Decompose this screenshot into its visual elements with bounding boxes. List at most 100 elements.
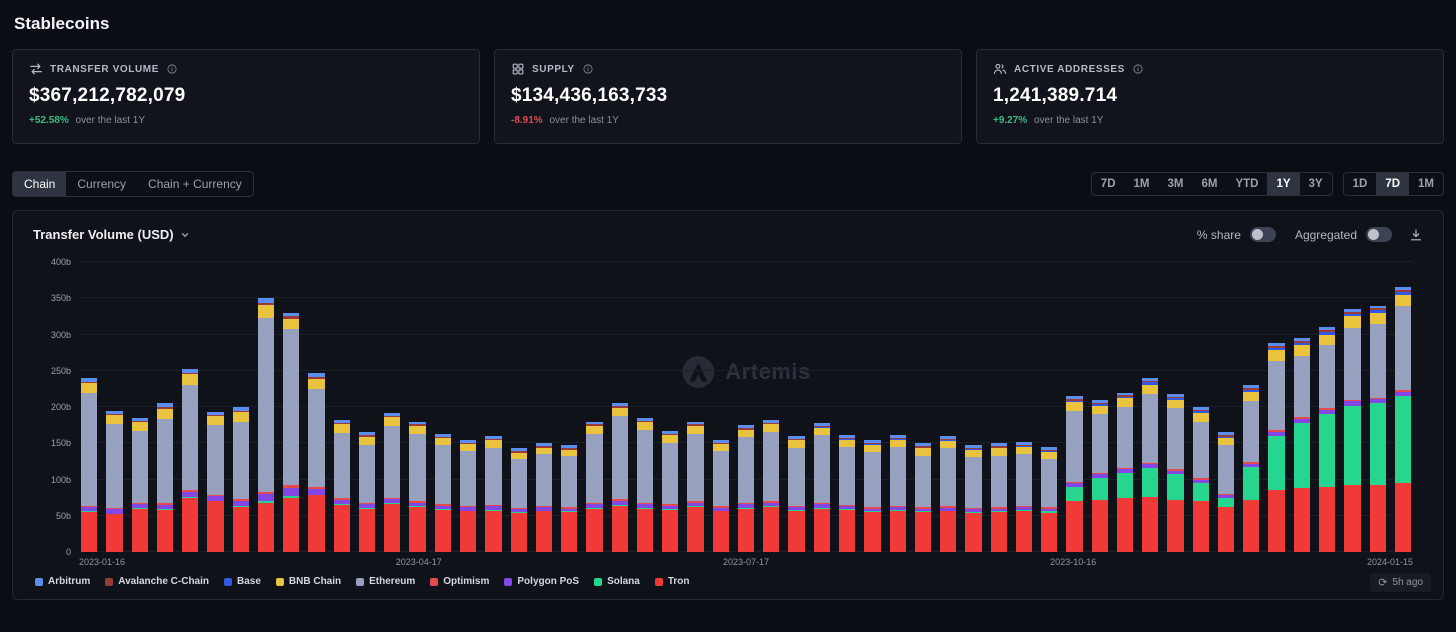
bar-2024-01-15[interactable] bbox=[1395, 262, 1411, 552]
bar-2023-04-10[interactable] bbox=[384, 262, 400, 552]
legend-item-polygon-pos[interactable]: Polygon PoS bbox=[504, 576, 579, 587]
bar-segment-solana bbox=[1370, 403, 1386, 484]
range-1y[interactable]: 1Y bbox=[1267, 173, 1299, 195]
bar-2023-07-31[interactable] bbox=[788, 262, 804, 552]
range-3m[interactable]: 3M bbox=[1158, 173, 1192, 195]
refresh-status[interactable]: ⟳ 5h ago bbox=[1370, 573, 1431, 592]
bar-2023-04-03[interactable] bbox=[359, 262, 375, 552]
bar-2023-11-13[interactable] bbox=[1167, 262, 1183, 552]
bar-2023-09-11[interactable] bbox=[940, 262, 956, 552]
bar-2023-11-20[interactable] bbox=[1193, 262, 1209, 552]
bar-2023-07-10[interactable] bbox=[713, 262, 729, 552]
bar-2023-07-17[interactable] bbox=[738, 262, 754, 552]
bar-2023-03-20[interactable] bbox=[308, 262, 324, 552]
bar-2024-01-08[interactable] bbox=[1370, 262, 1386, 552]
bar-2023-06-19[interactable] bbox=[637, 262, 653, 552]
info-icon[interactable] bbox=[582, 63, 594, 75]
bar-2023-08-21[interactable] bbox=[864, 262, 880, 552]
stat-card-supply: SUPPLY $134,436,163,733 -8.91% over the … bbox=[494, 49, 962, 144]
bar-segment-bnb-chain bbox=[1218, 438, 1234, 445]
bar-2023-06-05[interactable] bbox=[586, 262, 602, 552]
bar-segment-solana bbox=[1193, 483, 1209, 501]
bar-2023-03-13[interactable] bbox=[283, 262, 299, 552]
legend-label: Tron bbox=[668, 576, 690, 587]
bar-2023-12-11[interactable] bbox=[1268, 262, 1284, 552]
bar-2023-03-27[interactable] bbox=[334, 262, 350, 552]
bar-2023-03-06[interactable] bbox=[258, 262, 274, 552]
download-icon[interactable] bbox=[1409, 228, 1423, 242]
bar-2023-04-17[interactable] bbox=[409, 262, 425, 552]
granularity-1m[interactable]: 1M bbox=[1409, 173, 1443, 195]
bar-2023-12-04[interactable] bbox=[1243, 262, 1259, 552]
granularity-1d[interactable]: 1D bbox=[1344, 173, 1377, 195]
legend-item-base[interactable]: Base bbox=[224, 576, 261, 587]
bar-2023-10-30[interactable] bbox=[1117, 262, 1133, 552]
bar-segment-ethereum bbox=[965, 457, 981, 508]
bar-2023-10-09[interactable] bbox=[1041, 262, 1057, 552]
stat-label: SUPPLY bbox=[532, 64, 575, 75]
range-1m[interactable]: 1M bbox=[1125, 173, 1159, 195]
bar-2023-12-25[interactable] bbox=[1319, 262, 1335, 552]
bar-2023-11-06[interactable] bbox=[1142, 262, 1158, 552]
bar-2023-10-02[interactable] bbox=[1016, 262, 1032, 552]
bar-2023-06-26[interactable] bbox=[662, 262, 678, 552]
bar-2023-01-16[interactable] bbox=[81, 262, 97, 552]
bar-2023-02-06[interactable] bbox=[157, 262, 173, 552]
bar-2024-01-01[interactable] bbox=[1344, 262, 1360, 552]
percent-share-toggle[interactable] bbox=[1250, 227, 1276, 242]
aggregated-toggle[interactable] bbox=[1366, 227, 1392, 242]
bar-2023-05-08[interactable] bbox=[485, 262, 501, 552]
bar-segment-ethereum bbox=[1193, 422, 1209, 479]
granularity-7d[interactable]: 7D bbox=[1376, 173, 1409, 195]
bar-2023-06-12[interactable] bbox=[612, 262, 628, 552]
range-3y[interactable]: 3Y bbox=[1300, 173, 1332, 195]
bar-2023-08-07[interactable] bbox=[814, 262, 830, 552]
bar-segment-ethereum bbox=[991, 456, 1007, 507]
bar-segment-solana bbox=[1066, 487, 1082, 502]
bar-2023-09-25[interactable] bbox=[991, 262, 1007, 552]
tab-chain-currency[interactable]: Chain + Currency bbox=[137, 172, 253, 196]
bar-2023-05-15[interactable] bbox=[511, 262, 527, 552]
tab-chain[interactable]: Chain bbox=[13, 172, 66, 196]
bar-2023-01-23[interactable] bbox=[106, 262, 122, 552]
info-icon[interactable] bbox=[166, 63, 178, 75]
legend-item-tron[interactable]: Tron bbox=[655, 576, 690, 587]
bar-2023-04-24[interactable] bbox=[435, 262, 451, 552]
chevron-down-icon bbox=[180, 230, 190, 240]
tab-currency[interactable]: Currency bbox=[66, 172, 137, 196]
bar-2023-02-20[interactable] bbox=[207, 262, 223, 552]
info-icon[interactable] bbox=[1132, 63, 1144, 75]
range-ytd[interactable]: YTD bbox=[1226, 173, 1267, 195]
bar-2023-07-24[interactable] bbox=[763, 262, 779, 552]
bar-2023-02-27[interactable] bbox=[233, 262, 249, 552]
bar-2023-07-03[interactable] bbox=[687, 262, 703, 552]
bar-2023-02-13[interactable] bbox=[182, 262, 198, 552]
bar-2023-08-28[interactable] bbox=[890, 262, 906, 552]
range-6m[interactable]: 6M bbox=[1192, 173, 1226, 195]
bar-2023-05-22[interactable] bbox=[536, 262, 552, 552]
bar-2023-05-29[interactable] bbox=[561, 262, 577, 552]
bar-segment-bnb-chain bbox=[1016, 447, 1032, 454]
legend-item-solana[interactable]: Solana bbox=[594, 576, 640, 587]
range-7d[interactable]: 7D bbox=[1092, 173, 1125, 195]
bar-2023-11-27[interactable] bbox=[1218, 262, 1234, 552]
bar-2023-08-14[interactable] bbox=[839, 262, 855, 552]
chart-panel: Transfer Volume (USD) % share Aggregated bbox=[12, 210, 1444, 600]
bar-2023-10-23[interactable] bbox=[1092, 262, 1108, 552]
legend-item-avalanche-c-chain[interactable]: Avalanche C-Chain bbox=[105, 576, 209, 587]
bar-segment-tron bbox=[132, 509, 148, 553]
bar-2023-09-18[interactable] bbox=[965, 262, 981, 552]
bar-2023-10-16[interactable] bbox=[1066, 262, 1082, 552]
legend-item-bnb-chain[interactable]: BNB Chain bbox=[276, 576, 341, 587]
legend-swatch bbox=[276, 578, 284, 586]
legend-item-optimism[interactable]: Optimism bbox=[430, 576, 489, 587]
bar-2023-01-30[interactable] bbox=[132, 262, 148, 552]
legend-item-ethereum[interactable]: Ethereum bbox=[356, 576, 415, 587]
legend-item-arbitrum[interactable]: Arbitrum bbox=[35, 576, 90, 587]
bar-segment-ethereum bbox=[1319, 345, 1335, 408]
bar-2023-05-01[interactable] bbox=[460, 262, 476, 552]
bar-2023-09-04[interactable] bbox=[915, 262, 931, 552]
chart-metric-dropdown[interactable]: Transfer Volume (USD) bbox=[33, 227, 190, 242]
bar-2023-12-18[interactable] bbox=[1294, 262, 1310, 552]
legend-swatch bbox=[504, 578, 512, 586]
